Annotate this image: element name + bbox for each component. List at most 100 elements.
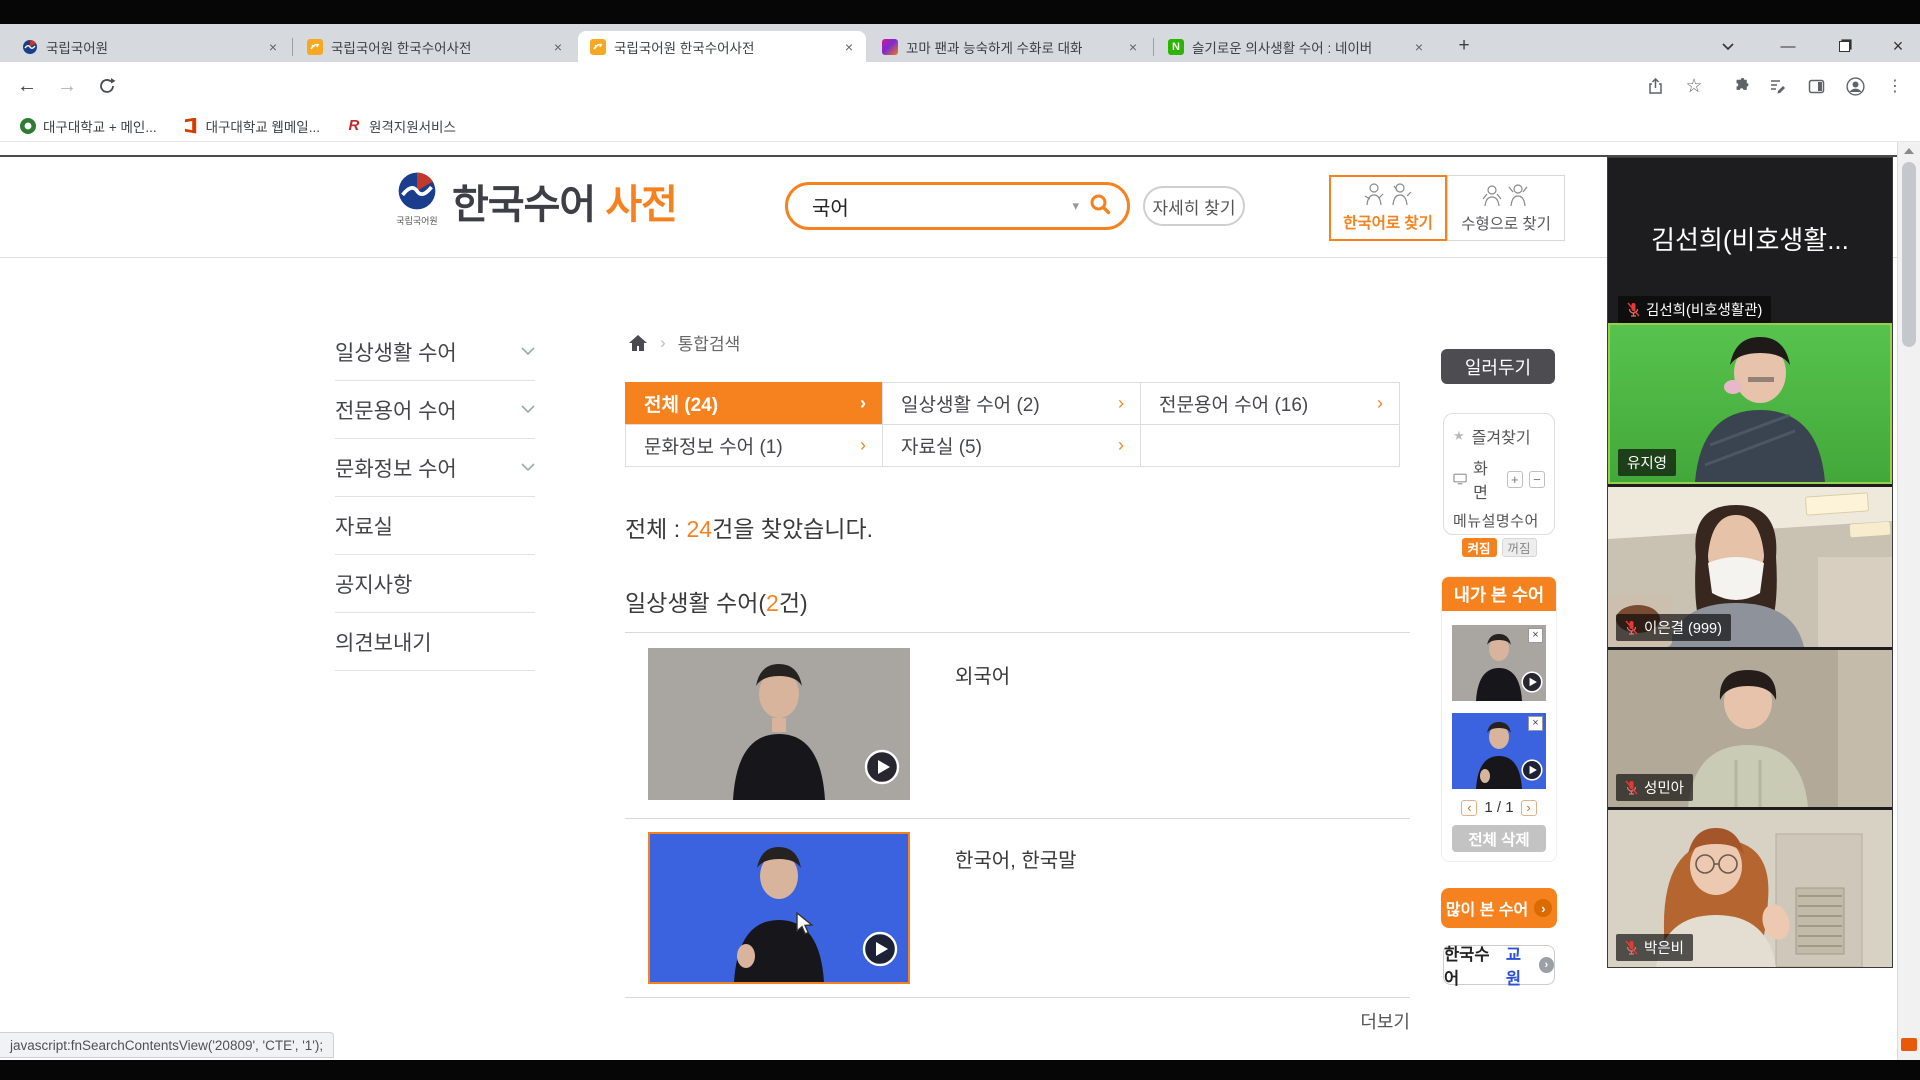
profile-icon[interactable] — [1842, 73, 1868, 99]
result-label-2[interactable]: 한국어, 한국말 — [955, 844, 1077, 873]
zoom-in-button[interactable]: + — [1507, 471, 1523, 488]
browser-tab-3-active[interactable]: 국립국어원 한국수어사전 × — [578, 31, 866, 62]
share-icon[interactable] — [1642, 73, 1668, 99]
result-tab-daily[interactable]: 일상생활 수어 (2) › — [882, 382, 1141, 425]
browser-tab-2[interactable]: 국립국어원 한국수어사전 × — [295, 31, 575, 62]
play-icon[interactable] — [1521, 759, 1543, 786]
tab-title: 슬기로운 의사생활 수어 : 네이버 — [1192, 37, 1402, 57]
side-panel-icon[interactable] — [1803, 73, 1829, 99]
result-tab-all[interactable]: 전체 (24) › — [625, 382, 883, 425]
favorites-row[interactable]: ★ 즐겨찾기 — [1453, 424, 1545, 448]
tab-close-icon[interactable]: × — [264, 38, 282, 56]
section-prefix: 일상생활 수어( — [625, 590, 766, 616]
search-dropdown-caret-icon[interactable]: ▾ — [1072, 198, 1079, 214]
remove-thumbnail-icon[interactable]: × — [1528, 628, 1543, 643]
participant-name: 유지영 — [1627, 452, 1667, 473]
notes-extension-icon[interactable] — [1764, 73, 1790, 99]
participant-name: 김선희(비호생활관) — [1646, 299, 1762, 320]
sidebar-item-archive[interactable]: 자료실 — [335, 497, 535, 555]
kebab-menu-icon[interactable]: ⋮ — [1882, 73, 1908, 99]
participant-name-tag: 이은결 (999) — [1616, 614, 1731, 641]
result-label-1[interactable]: 외국어 — [955, 660, 1010, 689]
screen-icon — [1453, 473, 1467, 485]
site-logo[interactable]: 국립국어원 한국수어 사전 — [396, 170, 677, 230]
result-tab-culture[interactable]: 문화정보 수어 (1) › — [625, 424, 883, 467]
tab-close-icon[interactable]: × — [1124, 38, 1142, 56]
popular-signs-button[interactable]: 많이 본 수어 › — [1441, 888, 1557, 928]
participant-video-pakeunbi[interactable]: 박은비 — [1608, 810, 1892, 967]
find-by-korean-button[interactable]: 한국어로 찾기 — [1329, 175, 1447, 241]
minimize-icon[interactable]: — — [1766, 31, 1810, 61]
tab-close-icon[interactable]: × — [549, 38, 567, 56]
more-button[interactable]: 더보기 — [1330, 1008, 1410, 1034]
sidebar-item-feedback[interactable]: 의견보내기 — [335, 613, 535, 671]
muted-mic-icon — [1625, 940, 1638, 955]
participant-video-seongmina[interactable]: 성민아 — [1608, 650, 1892, 807]
sign-teacher-button[interactable]: 한국수어교원 › — [1443, 945, 1555, 985]
play-icon[interactable] — [1521, 671, 1543, 698]
bookmark-daegu-webmail[interactable]: 대구대학교 웹메일... — [183, 116, 320, 136]
sldict-favicon — [590, 39, 606, 55]
extensions-icon[interactable] — [1729, 73, 1755, 99]
sidebar-item-label: 자료실 — [335, 511, 393, 541]
forward-icon[interactable]: → — [52, 71, 82, 101]
home-icon[interactable] — [628, 334, 648, 352]
sidebar-item-terminology-sign[interactable]: 전문용어 수어 — [335, 381, 535, 439]
find-by-handshape-button[interactable]: 수형으로 찾기 — [1447, 175, 1565, 241]
bookmark-daegu-main[interactable]: 대구대학교 + 메인... — [20, 116, 157, 136]
chevron-right-icon: › — [1118, 435, 1124, 456]
zoom-out-button[interactable]: − — [1529, 471, 1545, 488]
page-scrollbar[interactable] — [1897, 142, 1920, 1060]
logo-caption: 국립국어원 — [396, 214, 437, 227]
result-video-thumbnail-2[interactable] — [648, 832, 910, 984]
sidebar-item-culture-sign[interactable]: 문화정보 수어 — [335, 439, 535, 497]
scroll-up-icon[interactable] — [1904, 148, 1914, 154]
page-next-icon[interactable]: › — [1521, 800, 1537, 816]
search-input[interactable] — [810, 194, 1062, 219]
result-video-thumbnail-1[interactable] — [648, 648, 910, 800]
detail-search-button[interactable]: 자세히 찾기 — [1143, 186, 1245, 226]
bookmark-remote-support[interactable]: R 원격지원서비스 — [346, 116, 456, 136]
result-tab-archive[interactable]: 자료실 (5) › — [882, 424, 1141, 467]
sidebar-item-daily-sign[interactable]: 일상생활 수어 — [335, 323, 535, 381]
play-icon[interactable] — [864, 749, 900, 790]
guide-button[interactable]: 일러두기 — [1441, 349, 1555, 384]
browser-tab-4[interactable]: 꼬마 팬과 능숙하게 수화로 대화 × — [870, 31, 1150, 62]
scrollbar-thumb[interactable] — [1902, 162, 1916, 347]
tab-close-icon[interactable]: × — [840, 38, 858, 56]
browser-tab-1[interactable]: 국립국어원 × — [10, 31, 290, 62]
remove-thumbnail-icon[interactable]: × — [1528, 716, 1543, 731]
sidebar-item-notice[interactable]: 공지사항 — [335, 555, 535, 613]
close-window-icon[interactable]: × — [1876, 31, 1920, 61]
toggle-on-button[interactable]: 켜짐 — [1462, 538, 1497, 557]
page-prev-icon[interactable]: ‹ — [1461, 800, 1477, 816]
breadcrumb-current: 통합검색 — [678, 330, 741, 355]
sidebar-item-label: 전문용어 수어 — [335, 395, 457, 425]
browser-tab-5[interactable]: N 슬기로운 의사생활 수어 : 네이버 × — [1156, 31, 1436, 62]
search-icon[interactable] — [1089, 193, 1111, 220]
participant-video-yujiyeong[interactable]: 유지영 — [1608, 323, 1892, 484]
my-viewed-signs-title: 내가 본 수어 — [1442, 577, 1556, 611]
window-chevron-icon[interactable] — [1706, 31, 1750, 61]
tab-close-icon[interactable]: × — [1410, 38, 1428, 56]
nikl-favicon — [22, 39, 38, 55]
result-tab-terminology[interactable]: 전문용어 수어 (16) › — [1140, 382, 1400, 425]
reload-icon[interactable] — [92, 71, 122, 101]
recent-sign-thumbnail-2[interactable]: × — [1452, 713, 1546, 789]
search-box[interactable]: ▾ — [785, 182, 1130, 230]
teacher-label-main: 한국수어 — [1444, 941, 1502, 989]
result-tab-label: 문화정보 수어 (1) — [644, 432, 783, 459]
mouse-cursor — [795, 912, 817, 936]
delete-all-button[interactable]: 전체 삭제 — [1452, 825, 1546, 852]
summary-count: 24 — [687, 516, 713, 542]
participant-video-ieungyeol[interactable]: 이은결 (999) — [1608, 487, 1892, 647]
maximize-icon[interactable] — [1822, 31, 1866, 61]
back-icon[interactable]: ← — [12, 71, 42, 101]
new-tab-button[interactable]: + — [1450, 32, 1478, 60]
bookmark-star-icon[interactable]: ☆ — [1681, 73, 1707, 99]
list-divider — [625, 818, 1410, 819]
toggle-off-button[interactable]: 꺼짐 — [1502, 538, 1537, 557]
bookmark-label: 원격지원서비스 — [369, 116, 456, 136]
recent-sign-thumbnail-1[interactable]: × — [1452, 625, 1546, 701]
play-icon[interactable] — [862, 931, 898, 972]
